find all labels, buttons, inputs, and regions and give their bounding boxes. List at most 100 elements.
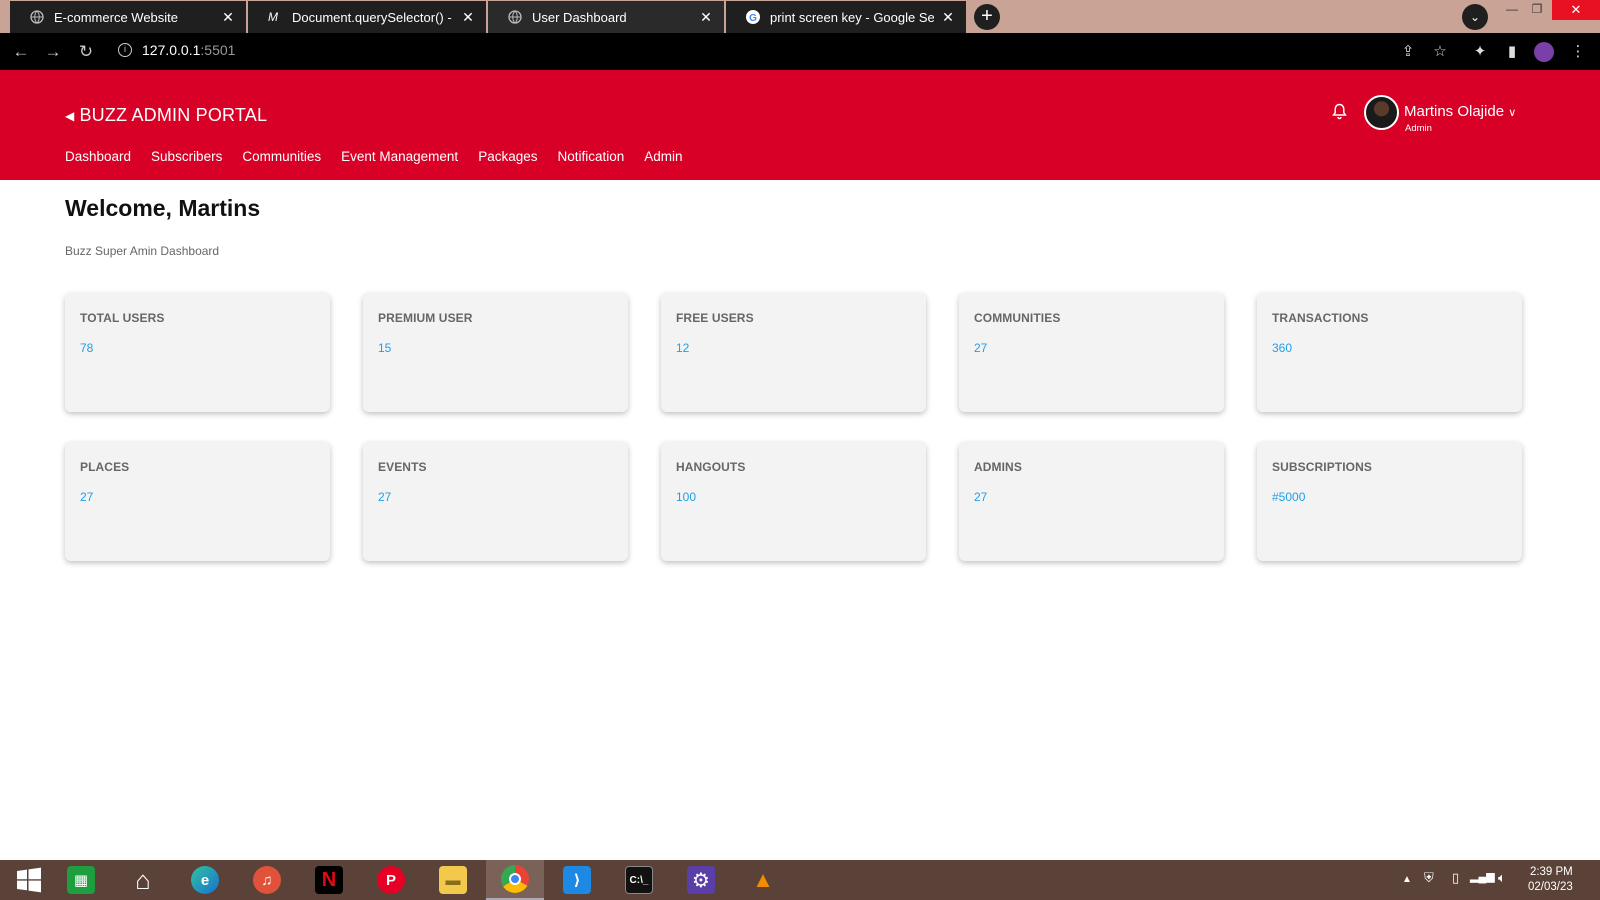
stat-value: 12 [676, 341, 690, 355]
extensions-icon[interactable]: ✦ [1470, 42, 1490, 62]
taskbar-edge[interactable]: e [176, 860, 234, 900]
nav-subscribers[interactable]: Subscribers [151, 149, 222, 164]
taskbar-terminal[interactable]: C:\_ [610, 860, 668, 900]
stat-label: SUBSCRIPTIONS [1272, 460, 1372, 474]
stat-value: 27 [378, 490, 392, 504]
restore-icon[interactable]: ❐ [1522, 0, 1552, 20]
nav-packages[interactable]: Packages [478, 149, 537, 164]
folder-icon: ▬ [439, 866, 467, 894]
stat-card-places[interactable]: PLACES 27 [65, 442, 330, 561]
stat-value: 27 [974, 490, 988, 504]
stat-value: 100 [676, 490, 697, 504]
chevron-down-icon: ∨ [1508, 107, 1517, 119]
security-icon[interactable]: ⛨ [1424, 870, 1434, 886]
windows-taskbar: ▦ ⌂ e ♫ N P ▬ ⟩ C:\_ ⚙ ▲ ▲ ⛨ ▯ ▂▄▆ 🔈︎ 2:… [0, 860, 1600, 900]
clock-time: 2:39 PM [1529, 866, 1573, 878]
browser-tab-queryselector[interactable]: M Document.querySelector() - Web ✕ [248, 1, 486, 33]
stat-card-hangouts[interactable]: HANGOUTS 100 [661, 442, 926, 561]
profile-avatar-icon[interactable] [1534, 42, 1554, 62]
reload-icon[interactable]: ↻ [75, 41, 97, 63]
nav-notification[interactable]: Notification [557, 149, 624, 164]
stat-value: 360 [1272, 341, 1293, 355]
browser-tab-user-dashboard[interactable]: User Dashboard ✕ [488, 1, 724, 33]
taskbar-music[interactable]: ♫ [238, 860, 296, 900]
browser-tab-strip: E-commerce Website ✕ M Document.querySel… [0, 0, 1600, 33]
pinterest-icon: P [377, 866, 405, 894]
url-host: 127.0.0.1 [142, 42, 201, 58]
close-icon[interactable]: ✕ [220, 9, 236, 26]
user-menu[interactable]: Martins Olajide ∨ [1404, 103, 1516, 120]
stat-card-premium-user[interactable]: PREMIUM USER 15 [363, 293, 628, 412]
tab-title: print screen key - Google Search [770, 9, 934, 25]
window-close-button[interactable]: ✕ [1552, 0, 1600, 20]
new-tab-button[interactable]: + [974, 4, 1000, 30]
taskbar-vscode[interactable]: ⟩ [548, 860, 606, 900]
stat-label: COMMUNITIES [974, 311, 1061, 325]
stat-card-admins[interactable]: ADMINS 27 [959, 442, 1224, 561]
taskbar-store[interactable]: ▦ [52, 860, 110, 900]
mdn-icon: M [268, 10, 278, 24]
page-title: Welcome, Martins [65, 195, 261, 221]
stat-card-subscriptions[interactable]: SUBSCRIPTIONS #5000 [1257, 442, 1522, 561]
taskbar-settings[interactable]: ⚙ [672, 860, 730, 900]
taskbar-pinterest[interactable]: P [362, 860, 420, 900]
page-subtitle: Buzz Super Amin Dashboard [65, 244, 220, 258]
svg-text:G: G [749, 13, 757, 24]
user-name: Martins Olajide [1404, 103, 1505, 120]
stat-card-transactions[interactable]: TRANSACTIONS 360 [1257, 293, 1522, 412]
taskbar-file-explorer[interactable]: ▬ [424, 860, 482, 900]
stat-card-free-users[interactable]: FREE USERS 12 [661, 293, 926, 412]
terminal-icon: C:\_ [625, 866, 653, 894]
taskbar-chrome[interactable] [486, 860, 544, 900]
nav-communities[interactable]: Communities [242, 149, 321, 164]
headphones-icon: ♫ [253, 866, 281, 894]
clock-date: 02/03/23 [1528, 881, 1573, 893]
bookmark-star-icon[interactable]: ☆ [1430, 42, 1450, 62]
stat-label: TOTAL USERS [80, 311, 165, 325]
address-bar[interactable]: i 127.0.0.1:5501 [118, 42, 235, 58]
browser-tab-google-search[interactable]: G print screen key - Google Search ✕ [726, 1, 966, 33]
home-icon: ⌂ [135, 864, 151, 895]
nav-event-management[interactable]: Event Management [341, 149, 458, 164]
stat-card-total-users[interactable]: TOTAL USERS 78 [65, 293, 330, 412]
taskbar-netflix[interactable]: N [300, 860, 358, 900]
close-icon[interactable]: ✕ [940, 9, 956, 26]
battery-icon[interactable]: ▯ [1452, 870, 1459, 886]
nav-admin[interactable]: Admin [644, 149, 682, 164]
bell-icon[interactable] [1332, 103, 1347, 125]
menu-dots-icon[interactable]: ⋮ [1568, 42, 1588, 62]
edge-icon: e [191, 866, 219, 894]
stat-value: #5000 [1272, 490, 1306, 504]
info-icon[interactable]: i [118, 43, 132, 57]
gear-icon: ⚙ [687, 866, 715, 894]
taskbar-clock[interactable]: 2:39 PM 02/03/23 [1528, 865, 1573, 895]
user-role: Admin [1405, 123, 1432, 134]
start-button[interactable] [0, 860, 58, 900]
user-avatar[interactable] [1364, 95, 1399, 130]
forward-icon[interactable]: → [42, 41, 64, 63]
taskbar-vlc[interactable]: ▲ [734, 860, 792, 900]
globe-icon [508, 10, 522, 24]
volume-icon[interactable]: 🔈︎ [1498, 870, 1506, 886]
side-panel-icon[interactable]: ▮ [1502, 42, 1522, 62]
tab-title: E-commerce Website [54, 9, 179, 25]
stat-label: EVENTS [378, 460, 427, 474]
brand-logo[interactable]: ◀ BUZZ ADMIN PORTAL [65, 105, 267, 126]
tab-title: User Dashboard [532, 9, 627, 25]
network-icon[interactable]: ▂▄▆ [1470, 870, 1495, 883]
close-icon[interactable]: ✕ [698, 9, 714, 26]
back-icon[interactable]: ← [10, 41, 32, 63]
stat-value: 78 [80, 341, 94, 355]
globe-icon [30, 10, 44, 24]
tray-overflow-icon[interactable]: ▲ [1402, 874, 1412, 885]
stat-card-communities[interactable]: COMMUNITIES 27 [959, 293, 1224, 412]
nav-dashboard[interactable]: Dashboard [65, 149, 131, 164]
taskbar-home[interactable]: ⌂ [114, 860, 172, 900]
stat-label: PLACES [80, 460, 130, 474]
browser-tab-ecommerce[interactable]: E-commerce Website ✕ [10, 1, 246, 33]
stat-card-events[interactable]: EVENTS 27 [363, 442, 628, 561]
tab-search-button[interactable]: ⌄ [1462, 4, 1488, 30]
stat-value: 27 [80, 490, 94, 504]
share-icon[interactable]: ⇪ [1398, 42, 1418, 62]
close-icon[interactable]: ✕ [460, 9, 476, 26]
